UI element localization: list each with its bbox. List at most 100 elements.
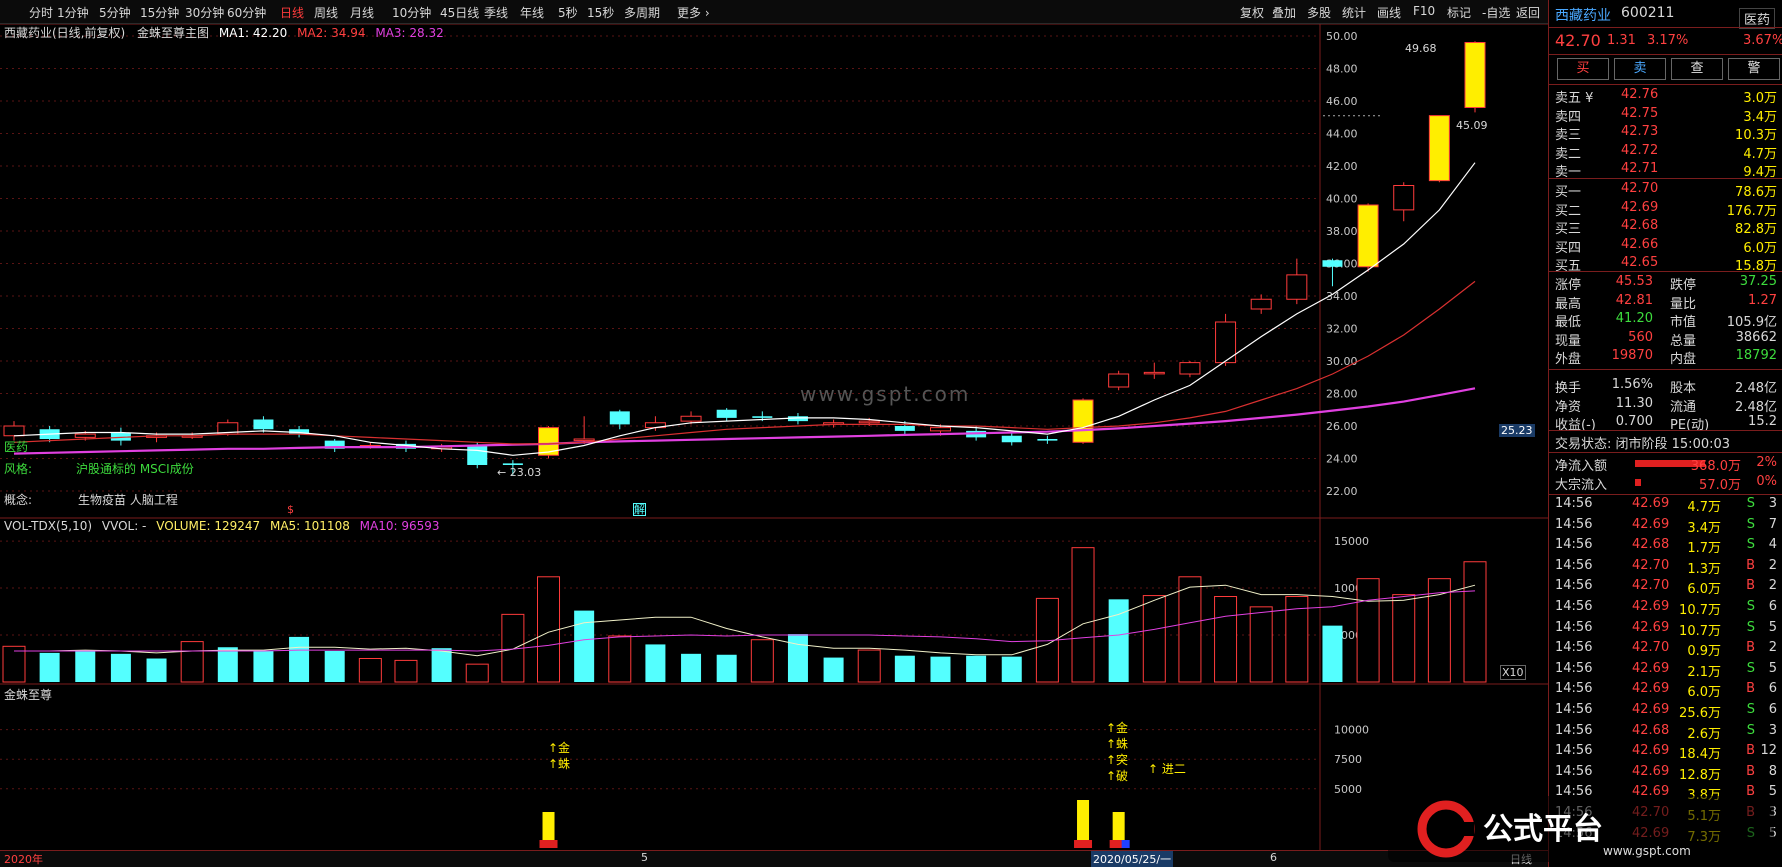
flow-row: 大宗流入 57.0万 0% (1549, 473, 1782, 493)
tick-price: 42.69 (1632, 660, 1670, 676)
volume-bar-up (1071, 547, 1095, 683)
period-tab-6[interactable]: 日线 (280, 4, 304, 21)
toolbar-action-2[interactable]: 多股 (1307, 4, 1331, 21)
stat-value: 1.27 (1748, 292, 1777, 308)
scale-x10-button[interactable]: X10 (1500, 665, 1526, 680)
period-tab-4[interactable]: 30分钟 (185, 4, 224, 21)
candle-body-signal (1357, 204, 1379, 268)
volume-bar-up (1249, 606, 1273, 683)
indicator-name[interactable]: 金蛛至尊主图 (137, 26, 209, 40)
tick-row[interactable]: 14:56 42.70 1.3万 B 2 (1549, 557, 1782, 577)
date-axis[interactable] (0, 850, 1548, 867)
ma3-value: MA3: 28.32 (375, 26, 444, 40)
sector-tag[interactable]: 医药 (4, 438, 28, 455)
period-tab-13[interactable]: 5秒 (558, 4, 578, 21)
ma5-value: MA5: 101108 (269, 519, 350, 533)
tick-row[interactable]: 14:56 42.69 18.4万 B 12 (1549, 742, 1782, 762)
tick-side: B (1746, 578, 1755, 594)
tick-row[interactable]: 14:56 42.68 1.7万 S 4 (1549, 536, 1782, 556)
ask-row[interactable]: 卖二 42.72 4.7万 (1549, 142, 1782, 162)
event-marker-dividend[interactable]: $ (287, 503, 294, 516)
period-tab-12[interactable]: 年线 (520, 4, 544, 21)
toolbar-action-8[interactable]: 返回 (1516, 4, 1540, 21)
price-tick-label: 44.00 (1326, 128, 1358, 141)
tick-row[interactable]: 14:56 42.70 6.0万 B 2 (1549, 577, 1782, 597)
candle-body-signal (1428, 115, 1450, 182)
tick-count: 8 (1768, 763, 1777, 779)
ask-row[interactable]: 卖四 42.75 3.4万 (1549, 105, 1782, 125)
period-tab-14[interactable]: 15秒 (587, 4, 614, 21)
period-tab-0[interactable]: 分时 (29, 4, 53, 21)
current-price-tag: 45.09 (1456, 119, 1488, 132)
price-tick-label: 48.00 (1326, 63, 1358, 76)
signal-tick-label: 10000 (1334, 724, 1369, 737)
trade-button-2[interactable]: 查 (1671, 58, 1723, 80)
period-tab-7[interactable]: 周线 (314, 4, 338, 21)
tick-row[interactable]: 14:56 42.69 6.0万 B 6 (1549, 680, 1782, 700)
volume-bar-down (930, 656, 951, 682)
toolbar-action-3[interactable]: 统计 (1342, 4, 1366, 21)
volume-bar-up (537, 576, 561, 683)
candle-body-up (1108, 373, 1130, 388)
period-tab-3[interactable]: 15分钟 (140, 4, 179, 21)
toolbar-action-1[interactable]: 叠加 (1272, 4, 1296, 21)
vol-indicator[interactable]: VOL-TDX(5,10) (4, 519, 92, 533)
period-tab-11[interactable]: 季线 (484, 4, 508, 21)
volume-bar-down (645, 644, 666, 682)
tick-row[interactable]: 14:56 42.69 12.8万 B 8 (1549, 763, 1782, 783)
toolbar-action-5[interactable]: F10 (1413, 4, 1435, 18)
tick-row[interactable]: 14:56 42.69 3.4万 S 7 (1549, 516, 1782, 536)
low-price-label: ← 23.03 (497, 466, 542, 479)
concept-value[interactable]: 生物疫苗 人脑工程 (78, 491, 178, 508)
tick-row[interactable]: 14:56 42.69 2.1万 S 5 (1549, 660, 1782, 680)
sector-button[interactable]: 医药 (1739, 8, 1776, 29)
trade-button-1[interactable]: 卖 (1614, 58, 1666, 80)
period-tab-16[interactable]: 更多 › (677, 4, 710, 21)
signal-panel-title[interactable]: 金蛛至尊 (4, 686, 52, 703)
toolbar-action-7[interactable]: -自选 (1482, 4, 1510, 21)
ask-row[interactable]: 卖五 ¥ 42.76 3.0万 (1549, 86, 1782, 106)
flow-label: 大宗流入 (1555, 478, 1608, 493)
trade-button-3[interactable]: 警 (1728, 58, 1780, 80)
stock-name[interactable]: 西藏药业 (1555, 5, 1611, 25)
bid-row[interactable]: 买三 42.68 82.8万 (1549, 217, 1782, 237)
tick-time: 14:56 (1555, 660, 1593, 676)
kline-chart[interactable]: 50.0048.0046.0044.0042.0040.0038.0036.00… (0, 0, 1548, 867)
volume-bar-down (787, 634, 808, 682)
period-tab-9[interactable]: 10分钟 (392, 4, 431, 21)
style-value[interactable]: 沪股通标的 MSCI成份 (76, 460, 194, 477)
bid-row[interactable]: 买四 42.66 6.0万 (1549, 236, 1782, 256)
volume-bar-down (324, 651, 345, 682)
tick-time: 14:56 (1555, 681, 1593, 697)
period-tab-15[interactable]: 多周期 (624, 4, 660, 21)
bid-row[interactable]: 买一 42.70 78.6万 (1549, 180, 1782, 200)
event-marker-unlock[interactable]: 解 (633, 503, 646, 516)
tick-time: 14:56 (1555, 763, 1593, 779)
bid-row[interactable]: 买二 42.69 176.7万 (1549, 199, 1782, 219)
volume-bar-up (857, 649, 881, 683)
tick-row[interactable]: 14:56 42.69 10.7万 S 6 (1549, 598, 1782, 618)
trade-button-0[interactable]: 买 (1557, 58, 1609, 80)
period-tab-1[interactable]: 1分钟 (57, 4, 89, 21)
toolbar-action-6[interactable]: 标记 (1447, 4, 1471, 21)
tick-price: 42.69 (1632, 496, 1670, 511)
period-tab-8[interactable]: 月线 (350, 4, 374, 21)
tick-row[interactable]: 14:56 42.69 25.6万 S 6 (1549, 701, 1782, 721)
date-label-may: 5 (641, 851, 648, 864)
ask-row[interactable]: 卖一 42.71 9.4万 (1549, 160, 1782, 180)
tick-row[interactable]: 14:56 42.69 4.7万 S 3 (1549, 495, 1782, 515)
period-toolbar: 分时 1分钟 5分钟 15分钟 30分钟 60分钟 日线 周线 月线 10分钟 45日线 季线 年线 5秒… (0, 0, 1548, 24)
volume-bar-down (146, 658, 167, 682)
volume-bar-up (1214, 596, 1238, 683)
period-tab-5[interactable]: 60分钟 (227, 4, 266, 21)
tick-row[interactable]: 14:56 42.69 10.7万 S 5 (1549, 619, 1782, 639)
period-tab-2[interactable]: 5分钟 (99, 4, 131, 21)
toolbar-action-4[interactable]: 画线 (1377, 4, 1401, 21)
tick-row[interactable]: 14:56 42.70 0.9万 B 2 (1549, 639, 1782, 659)
bid-volume: 82.8万 (1735, 222, 1777, 237)
period-tab-10[interactable]: 45日线 (440, 4, 479, 21)
tick-row[interactable]: 14:56 42.68 2.6万 S 3 (1549, 722, 1782, 742)
ask-row[interactable]: 卖三 42.73 10.3万 (1549, 123, 1782, 143)
volume-value: VOLUME: 129247 (156, 519, 261, 533)
toolbar-action-0[interactable]: 复权 (1240, 4, 1264, 21)
